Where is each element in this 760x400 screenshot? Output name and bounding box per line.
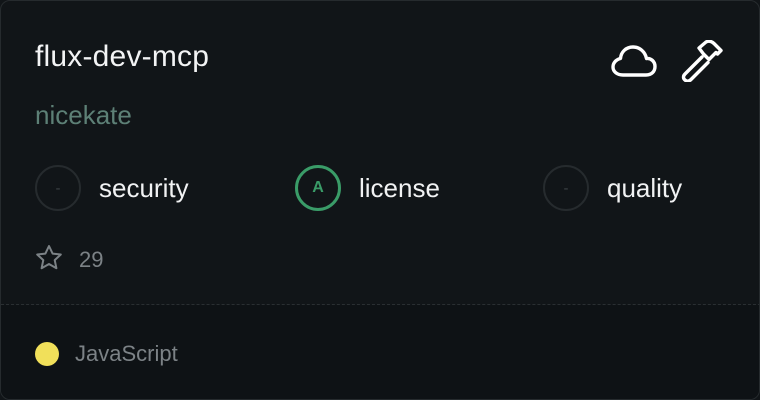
star-icon <box>35 244 63 276</box>
security-score: - security <box>35 164 189 212</box>
license-score-label: license <box>359 172 440 203</box>
author-name[interactable]: nicekate <box>35 98 132 132</box>
quality-score: - quality <box>543 164 682 212</box>
security-score-badge: - <box>35 165 81 211</box>
security-score-label: security <box>99 172 189 203</box>
card-icons <box>611 39 725 83</box>
language-name: JavaScript <box>75 341 178 366</box>
hammer-icon[interactable] <box>679 39 725 83</box>
language-color-dot <box>35 342 59 366</box>
quality-score-badge: - <box>543 165 589 211</box>
card-footer: JavaScript <box>1 305 759 399</box>
star-count-value: 29 <box>79 247 104 272</box>
server-card[interactable]: flux-dev-mcp nicekate - security A licen… <box>0 0 760 400</box>
star-count[interactable]: 29 <box>35 245 103 275</box>
license-score-badge: A <box>295 165 341 211</box>
quality-score-label: quality <box>607 172 683 203</box>
score-row: - security A license - quality <box>35 164 735 212</box>
license-score: A license <box>295 164 440 212</box>
card-title[interactable]: flux-dev-mcp <box>35 37 209 77</box>
language-indicator: JavaScript <box>35 341 178 367</box>
cloud-icon[interactable] <box>611 39 657 83</box>
